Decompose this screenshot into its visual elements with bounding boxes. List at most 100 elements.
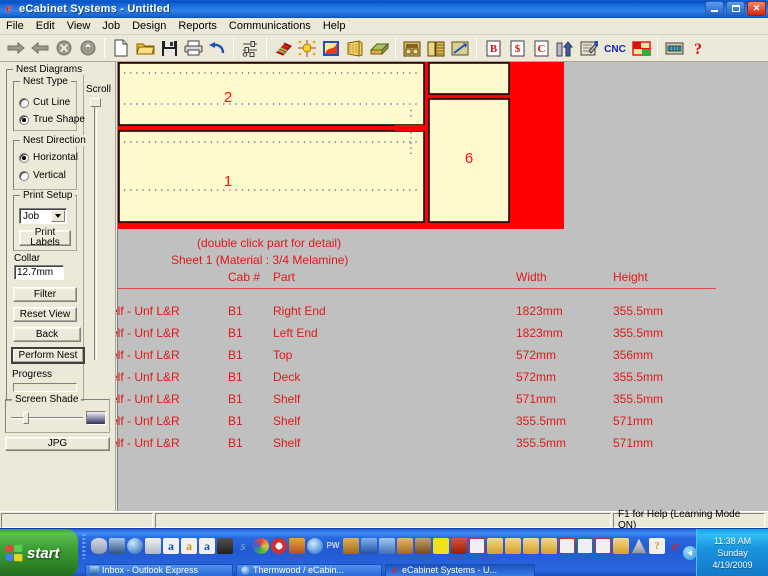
folder-icon-3[interactable] — [523, 538, 539, 554]
pricing-dollar-icon[interactable]: $ — [506, 37, 528, 59]
cnc-icon[interactable]: CNC — [602, 37, 628, 59]
pdf-icon-2[interactable] — [559, 538, 575, 554]
edit-document-icon[interactable] — [578, 37, 600, 59]
collar-input[interactable]: 12.7mm — [14, 265, 64, 280]
paint-icon[interactable] — [253, 538, 269, 554]
nest-diagram-svg[interactable]: 2 1 6 — [118, 62, 564, 229]
scroll-thumb[interactable] — [90, 98, 101, 107]
tray-expander-icon[interactable] — [683, 546, 697, 560]
picture-frame-icon[interactable] — [320, 37, 342, 59]
menu-file[interactable]: File — [0, 19, 30, 34]
panel-green-icon[interactable] — [368, 37, 390, 59]
back-button[interactable]: Back — [13, 327, 81, 342]
stop-icon[interactable] — [53, 37, 75, 59]
excel-yellow-icon[interactable] — [433, 538, 449, 554]
ecabinet-e-icon[interactable]: e — [667, 538, 683, 554]
elevation-icon[interactable] — [554, 37, 576, 59]
minimize-button[interactable] — [705, 1, 724, 16]
sheet-layout-icon[interactable] — [630, 37, 652, 59]
start-button[interactable]: start — [0, 529, 78, 576]
shade-swatch[interactable] — [86, 411, 106, 425]
table-row[interactable]: elf - Unf L&R B1 Top 572mm 356mm — [116, 348, 768, 370]
task-button[interactable]: Inbox - Outlook Express — [85, 563, 233, 576]
chevron-down-icon[interactable] — [51, 210, 65, 222]
table-row[interactable]: elf - Unf L&R B1 Shelf 355.5mm 571mm — [116, 414, 768, 436]
filter-button[interactable]: Filter — [13, 287, 77, 302]
refresh-icon[interactable] — [77, 37, 99, 59]
acrobat-a-blue-icon[interactable]: a — [163, 538, 179, 554]
blue-shield-icon[interactable] — [361, 538, 377, 554]
book-red-icon[interactable] — [272, 37, 294, 59]
quick-launch-grip[interactable] — [82, 533, 86, 559]
print-icon[interactable] — [182, 37, 204, 59]
radio-cut-line[interactable]: Cut Line — [19, 97, 70, 108]
maximize-button[interactable] — [726, 1, 745, 16]
house-icon[interactable] — [397, 538, 413, 554]
clock-date[interactable]: 4/19/2009 — [712, 559, 752, 571]
scroll-track[interactable] — [94, 98, 97, 360]
screen-shade-slider-rail[interactable] — [11, 417, 83, 419]
menu-reports[interactable]: Reports — [172, 19, 223, 34]
close-button[interactable]: ✕ — [747, 1, 766, 16]
menu-view[interactable]: View — [61, 19, 97, 34]
folder-blue-icon[interactable] — [379, 538, 395, 554]
table-row[interactable]: elf - Unf L&R B1 Deck 572mm 355.5mm — [116, 370, 768, 392]
media-icon[interactable] — [217, 538, 233, 554]
table-row[interactable]: elf - Unf L&R B1 Shelf 355.5mm 571mm — [116, 436, 768, 458]
menu-design[interactable]: Design — [126, 19, 172, 34]
radio-true-shape[interactable]: True Shape — [19, 114, 85, 125]
help-question-icon[interactable]: ? — [687, 37, 709, 59]
folder-icon-2[interactable] — [505, 538, 521, 554]
show-desktop-icon[interactable] — [91, 538, 107, 554]
undo-icon[interactable] — [206, 37, 228, 59]
cabinet-gold-icon[interactable] — [344, 37, 366, 59]
photo-editor-icon[interactable] — [289, 538, 305, 554]
radio-vertical[interactable]: Vertical — [19, 170, 66, 181]
folder-icon-5[interactable] — [613, 538, 629, 554]
s-script-icon[interactable]: s — [235, 538, 251, 554]
shelf-unit-icon[interactable] — [425, 37, 447, 59]
computer-icon[interactable] — [109, 538, 125, 554]
back-arrow-icon[interactable] — [5, 37, 27, 59]
print-labels-button[interactable]: Print Labels — [19, 228, 71, 248]
table-row[interactable]: elf - Unf L&R B1 Right End 1823mm 355.5m… — [116, 304, 768, 326]
nest-sheet-icon[interactable] — [449, 37, 471, 59]
perform-nest-button[interactable]: Perform Nest — [11, 347, 85, 364]
open-folder-icon[interactable] — [134, 37, 156, 59]
clock-time[interactable]: 11:38 AM — [714, 535, 751, 547]
folder-icon-1[interactable] — [487, 538, 503, 554]
forward-arrow-icon[interactable] — [29, 37, 51, 59]
menu-help[interactable]: Help — [317, 19, 352, 34]
excel-icon[interactable] — [577, 538, 593, 554]
key-icon[interactable]: ? — [649, 538, 665, 554]
crosshair-dots-icon[interactable] — [296, 37, 318, 59]
opera-icon[interactable] — [271, 538, 287, 554]
red-tool-icon[interactable] — [451, 538, 467, 554]
machine-icon[interactable] — [663, 37, 685, 59]
jpg-button[interactable]: JPG — [5, 437, 110, 451]
report-c-icon[interactable]: C — [530, 37, 552, 59]
internet-explorer-icon[interactable] — [307, 538, 323, 554]
new-document-icon[interactable] — [110, 37, 132, 59]
nest-diagram-canvas[interactable]: 2 1 6 — [118, 62, 564, 229]
save-disk-icon[interactable] — [158, 37, 180, 59]
folder-icon-4[interactable] — [541, 538, 557, 554]
cabinet-app-icon[interactable] — [343, 538, 359, 554]
triangle-icon[interactable] — [631, 538, 647, 554]
radio-horizontal[interactable]: Horizontal — [19, 152, 78, 163]
acrobat-a-yellow-icon[interactable]: a — [181, 538, 197, 554]
internet-globe-icon[interactable] — [127, 538, 143, 554]
menu-job[interactable]: Job — [96, 19, 126, 34]
task-button[interactable]: Thermwood / eCabin... — [236, 563, 382, 576]
pdf-icon[interactable] — [469, 538, 485, 554]
drawer-unit-icon[interactable] — [401, 37, 423, 59]
menu-edit[interactable]: Edit — [30, 19, 61, 34]
pdf-icon-3[interactable] — [595, 538, 611, 554]
acrobat-a-blue2-icon[interactable]: a — [199, 538, 215, 554]
camera-icon[interactable] — [415, 538, 431, 554]
table-row[interactable]: elf - Unf L&R B1 Left End 1823mm 355.5mm — [116, 326, 768, 348]
menu-communications[interactable]: Communications — [223, 19, 317, 34]
pw-label-icon[interactable]: PW — [325, 538, 341, 554]
notepad-icon[interactable] — [145, 538, 161, 554]
reset-view-button[interactable]: Reset View — [13, 307, 77, 322]
